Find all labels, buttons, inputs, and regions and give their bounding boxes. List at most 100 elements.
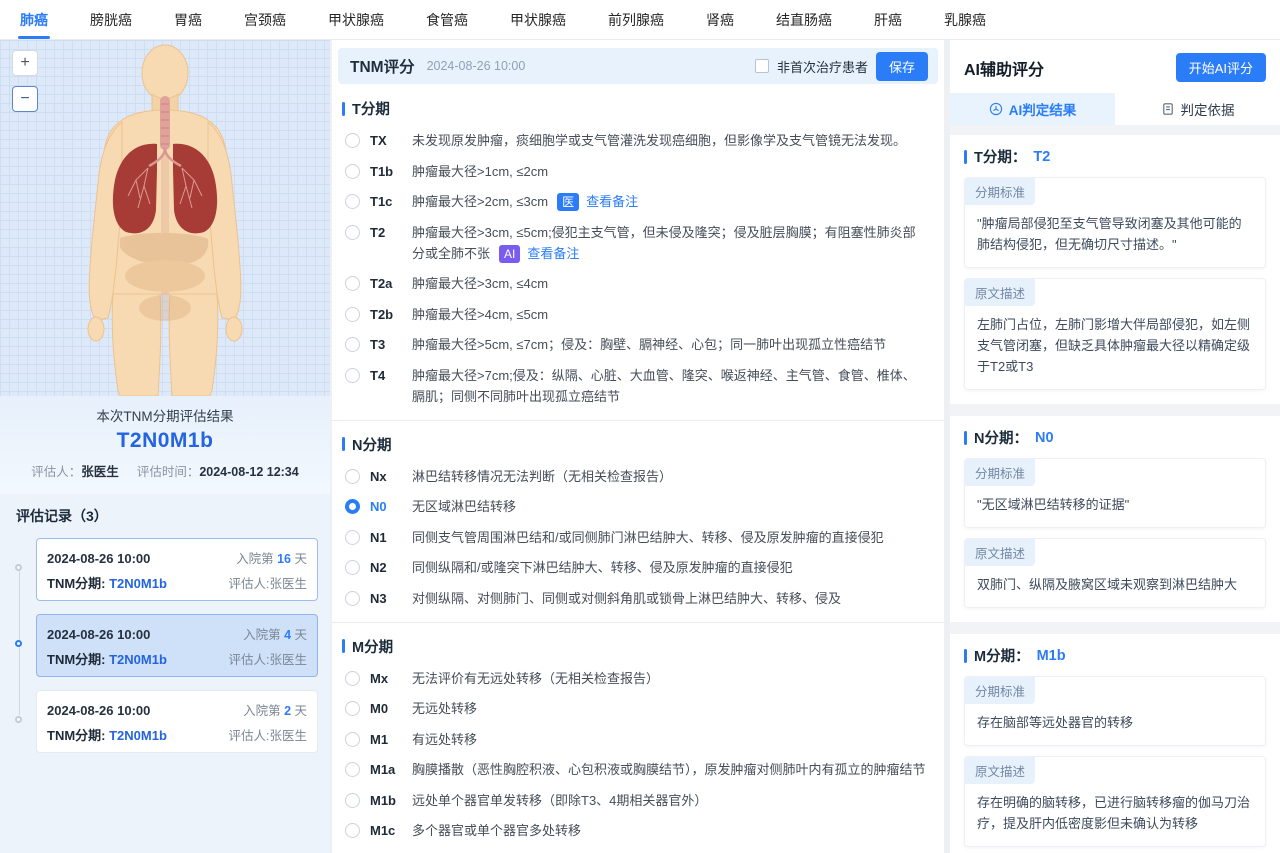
radio-icon[interactable]: [345, 225, 360, 240]
stage-option-n2[interactable]: N2同侧纵隔和/或隆突下淋巴结肿大、转移、侵及原发肿瘤的直接侵犯: [342, 557, 928, 578]
record-list-item[interactable]: 2024-08-26 10:00入院第 4 天TNM分期: T2N0M1b评估人…: [36, 614, 318, 677]
tnm-score-title: TNM评分: [350, 55, 415, 77]
record-card[interactable]: 2024-08-26 10:00入院第 2 天TNM分期: T2N0M1b评估人…: [36, 690, 318, 753]
stage-description: 有远处转移: [412, 729, 928, 750]
staging-standard-card: 分期标准"无区域淋巴结转移的证据": [964, 458, 1266, 528]
radio-icon[interactable]: [345, 793, 360, 808]
section-title-bar: [964, 150, 967, 164]
stage-code: N1: [370, 527, 403, 548]
cancer-tab[interactable]: 宫颈癌: [242, 0, 288, 39]
radio-icon[interactable]: [345, 732, 360, 747]
staging-standard-card: 分期标准存在脑部等远处器官的转移: [964, 676, 1266, 746]
save-button[interactable]: 保存: [876, 52, 928, 81]
stage-code: TX: [370, 130, 403, 151]
card-text: 左肺门占位，左肺门影增大伴局部侵犯，如左侧支气管闭塞，但缺乏具体肿瘤最大径以精确…: [965, 306, 1265, 389]
section-title-bar: [342, 437, 345, 451]
record-assessor: 评估人:张医生: [229, 573, 307, 592]
record-card[interactable]: 2024-08-26 10:00入院第 4 天TNM分期: T2N0M1b评估人…: [36, 614, 318, 677]
radio-icon[interactable]: [345, 671, 360, 686]
stage-description: 同侧纵隔和/或隆突下淋巴结肿大、转移、侵及原发肿瘤的直接侵犯: [412, 557, 928, 578]
start-ai-score-button[interactable]: 开始AI评分: [1176, 53, 1266, 82]
section-title: M分期: [342, 636, 928, 657]
stage-option-nx[interactable]: Nx 淋巴结转移情况无法判断（无相关检查报告）: [342, 466, 928, 487]
stage-option-t1b[interactable]: T1b肿瘤最大径>1cm, ≤2cm: [342, 161, 928, 182]
cancer-tab[interactable]: 乳腺癌: [942, 0, 988, 39]
stage-option-t3[interactable]: T3肿瘤最大径>5cm, ≤7cm；侵及：胸壁、膈神经、心包；同一肺叶出现孤立性…: [342, 334, 928, 355]
record-list-item[interactable]: 2024-08-26 10:00入院第 2 天TNM分期: T2N0M1b评估人…: [36, 690, 318, 753]
stage-option-m0[interactable]: M0无远处转移: [342, 698, 928, 719]
stage-option-n3[interactable]: N3对侧纵隔、对侧肺门、同侧或对侧斜角肌或锁骨上淋巴结肿大、转移、侵及: [342, 588, 928, 609]
cancer-tab[interactable]: 结直肠癌: [774, 0, 834, 39]
stage-code: Mx: [370, 668, 403, 689]
stage-option-m1[interactable]: M1 有远处转移: [342, 729, 928, 750]
radio-icon[interactable]: [345, 762, 360, 777]
cancer-tab[interactable]: 膀胱癌: [88, 0, 134, 39]
radio-icon[interactable]: [345, 591, 360, 606]
stage-description: 肿瘤最大径>3cm, ≤4cm: [412, 273, 928, 294]
zoom-in-button[interactable]: +: [12, 50, 38, 76]
med-badge: 医: [557, 193, 579, 211]
stage-code: Nx: [370, 466, 403, 487]
stage-option-t2b[interactable]: T2b肿瘤最大径>4cm, ≤5cm: [342, 304, 928, 325]
radio-icon[interactable]: [345, 194, 360, 209]
stage-option-m1a[interactable]: M1a胸膜播散（恶性胸腔积液、心包积液或胸膜结节），原发肿瘤对侧肺叶内有孤立的肿…: [342, 759, 928, 780]
radio-icon[interactable]: [345, 560, 360, 575]
card-tag: 原文描述: [965, 279, 1035, 306]
cancer-tab[interactable]: 甲状腺癌: [326, 0, 386, 39]
record-stage: TNM分期: T2N0M1b: [47, 649, 167, 668]
stage-option-t1c[interactable]: T1c肿瘤最大径>2cm, ≤3cm医查看备注: [342, 191, 928, 212]
radio-icon[interactable]: [345, 164, 360, 179]
cancer-tab[interactable]: 肝癌: [872, 0, 904, 39]
cancer-tab[interactable]: 肺癌: [18, 0, 50, 39]
tab-judgment-basis[interactable]: 判定依据: [1115, 93, 1280, 125]
radio-icon[interactable]: [345, 276, 360, 291]
assessor-label: 评估人：: [31, 465, 81, 479]
ai-stage-title: T分期：T2: [964, 146, 1266, 167]
section-title-bar: [964, 649, 967, 663]
cancer-tab[interactable]: 前列腺癌: [606, 0, 666, 39]
zoom-out-button[interactable]: −: [12, 86, 38, 112]
stage-code: T3: [370, 334, 403, 355]
stage-option-t2[interactable]: T2肿瘤最大径>3cm, ≤5cm;侵犯主支气管，但未侵及隆突；侵及脏层胸膜；有…: [342, 222, 928, 264]
record-list-item[interactable]: 2024-08-26 10:00入院第 16 天TNM分期: T2N0M1b评估…: [36, 538, 318, 601]
stage-option-t2a[interactable]: T2a肿瘤最大径>3cm, ≤4cm: [342, 273, 928, 294]
stage-option-t4[interactable]: T4肿瘤最大径>7cm;侵及：纵隔、心脏、大血管、隆突、喉返神经、主气管、食管、…: [342, 365, 928, 407]
assessor-value: 张医生: [81, 465, 119, 479]
record-stage: TNM分期: T2N0M1b: [47, 573, 167, 592]
cancer-tab[interactable]: 胃癌: [172, 0, 204, 39]
cancer-tab[interactable]: 肾癌: [704, 0, 736, 39]
non-first-treatment-checkbox[interactable]: [755, 59, 769, 73]
card-text: 存在明确的脑转移，已进行脑转移瘤的伽马刀治疗，提及肝内低密度影但未确认为转移: [965, 784, 1265, 846]
stage-option-m1b[interactable]: M1b远处单个器官单发转移（即除T3、4期相关器官外）: [342, 790, 928, 811]
stage-code: M0: [370, 698, 403, 719]
radio-icon[interactable]: [345, 337, 360, 352]
document-icon: [1161, 102, 1175, 116]
radio-icon[interactable]: [345, 368, 360, 383]
radio-icon[interactable]: [345, 469, 360, 484]
radio-icon[interactable]: [345, 499, 360, 514]
cancer-tab[interactable]: 甲状腺癌: [508, 0, 568, 39]
radio-icon[interactable]: [345, 133, 360, 148]
record-stage: TNM分期: T2N0M1b: [47, 725, 167, 744]
view-note-link[interactable]: 查看备注: [586, 194, 638, 209]
stage-option-n1[interactable]: N1同侧支气管周围淋巴结和/或同侧肺门淋巴结肿大、转移、侵及原发肿瘤的直接侵犯: [342, 527, 928, 548]
stage-code: M1: [370, 729, 403, 750]
body-viewer: + −: [0, 40, 330, 396]
source-description-card: 原文描述左肺门占位，左肺门影增大伴局部侵犯，如左侧支气管闭塞，但缺乏具体肿瘤最大…: [964, 278, 1266, 390]
radio-icon[interactable]: [345, 530, 360, 545]
record-card[interactable]: 2024-08-26 10:00入院第 16 天TNM分期: T2N0M1b评估…: [36, 538, 318, 601]
timeline-dot-icon: [15, 564, 22, 571]
record-assessor: 评估人:张医生: [229, 725, 307, 744]
stage-description: 淋巴结转移情况无法判断（无相关检查报告）: [412, 466, 928, 487]
stage-option-m1c[interactable]: M1c多个器官或单个器官多处转移: [342, 820, 928, 841]
cancer-tab[interactable]: 食管癌: [424, 0, 470, 39]
radio-icon[interactable]: [345, 823, 360, 838]
tnm-score-datetime: 2024-08-26 10:00: [427, 59, 526, 73]
radio-icon[interactable]: [345, 307, 360, 322]
stage-option-mx[interactable]: Mx无法评价有无远处转移（无相关检查报告）: [342, 668, 928, 689]
stage-option-tx[interactable]: TX未发现原发肿瘤，痰细胞学或支气管灌洗发现癌细胞，但影像学及支气管镜无法发现。: [342, 130, 928, 151]
tab-ai-result[interactable]: AI判定结果: [950, 93, 1115, 125]
radio-icon[interactable]: [345, 701, 360, 716]
view-note-link[interactable]: 查看备注: [527, 246, 579, 261]
stage-option-n0[interactable]: N0无区域淋巴结转移: [342, 496, 928, 517]
